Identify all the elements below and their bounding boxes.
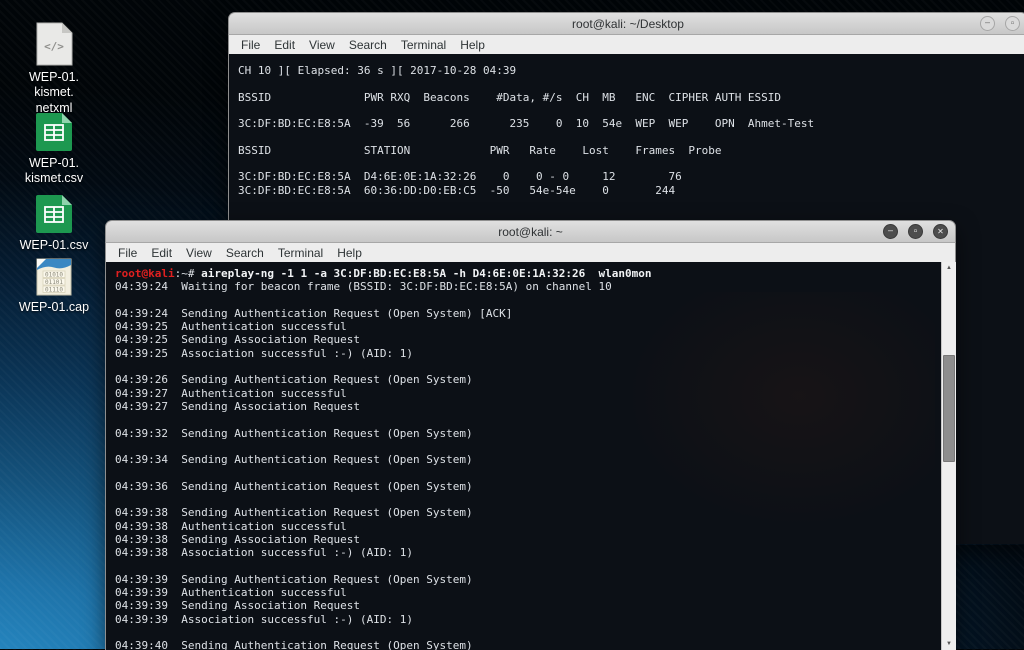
window-title: root@kali: ~ bbox=[498, 225, 563, 239]
icon-label: WEP-01.csv bbox=[20, 238, 89, 253]
terminal-menubar: FileEditViewSearchTerminalHelp bbox=[228, 35, 1024, 54]
scroll-down-icon[interactable]: ▼ bbox=[942, 638, 956, 650]
svg-text:01101: 01101 bbox=[45, 279, 63, 286]
aireplay-terminal-window: root@kali: ~ FileEditViewSearchTerminalH… bbox=[105, 220, 956, 650]
menu-view[interactable]: View bbox=[179, 246, 219, 260]
aireplay-output-text: root@kali:~# aireplay-ng -1 1 -a 3C:DF:B… bbox=[106, 262, 955, 650]
scroll-up-icon[interactable]: ▲ bbox=[942, 262, 956, 274]
minimize-button-icon[interactable] bbox=[980, 16, 995, 31]
svg-text:01010: 01010 bbox=[45, 271, 63, 278]
icon-label: WEP-01.cap bbox=[19, 300, 89, 315]
desktop-icon-wep01-kismet-netxml[interactable]: </> WEP-01. kismet. netxml bbox=[6, 22, 102, 116]
terminal-menubar: FileEditViewSearchTerminalHelp bbox=[105, 243, 956, 262]
terminal-content[interactable]: root@kali:~# aireplay-ng -1 1 -a 3C:DF:B… bbox=[105, 262, 956, 650]
menu-terminal[interactable]: Terminal bbox=[271, 246, 330, 260]
minimize-button-icon[interactable] bbox=[883, 224, 898, 239]
menu-search[interactable]: Search bbox=[342, 38, 394, 52]
menu-file[interactable]: File bbox=[111, 246, 144, 260]
menu-edit[interactable]: Edit bbox=[144, 246, 179, 260]
desktop-icon-wep01-cap[interactable]: 01010 01101 01110 WEP-01.cap bbox=[6, 258, 102, 315]
shell-prompt-user: root@kali bbox=[115, 267, 175, 280]
desktop-icon-wep01-csv[interactable]: WEP-01.csv bbox=[6, 194, 102, 253]
menu-edit[interactable]: Edit bbox=[267, 38, 302, 52]
spreadsheet-icon bbox=[35, 112, 73, 152]
shell-command: aireplay-ng -1 1 -a 3C:DF:BD:EC:E8:5A -h… bbox=[201, 267, 651, 280]
menu-file[interactable]: File bbox=[234, 38, 267, 52]
menu-terminal[interactable]: Terminal bbox=[394, 38, 453, 52]
menu-help[interactable]: Help bbox=[453, 38, 492, 52]
capture-file-icon: 01010 01101 01110 bbox=[36, 258, 72, 296]
maximize-button-icon[interactable] bbox=[1005, 16, 1020, 31]
spreadsheet-icon bbox=[35, 194, 73, 234]
airodump-output-text: CH 10 ][ Elapsed: 36 s ][ 2017-10-28 04:… bbox=[229, 54, 1024, 197]
window-title: root@kali: ~/Desktop bbox=[572, 17, 684, 31]
menu-help[interactable]: Help bbox=[330, 246, 369, 260]
svg-text:01110: 01110 bbox=[45, 286, 63, 293]
menu-view[interactable]: View bbox=[302, 38, 342, 52]
scrollbar-thumb[interactable] bbox=[943, 355, 955, 462]
icon-label: WEP-01. kismet. netxml bbox=[29, 70, 79, 116]
window-titlebar[interactable]: root@kali: ~/Desktop bbox=[228, 12, 1024, 35]
svg-text:</>: </> bbox=[44, 40, 64, 53]
xml-document-icon: </> bbox=[35, 22, 73, 66]
desktop-icon-wep01-kismet-csv[interactable]: WEP-01. kismet.csv bbox=[6, 112, 102, 187]
shell-output: 04:39:24 Waiting for beacon frame (BSSID… bbox=[115, 280, 612, 650]
terminal-scrollbar[interactable]: ▲ ▼ bbox=[941, 262, 956, 650]
shell-prompt-path: :~# bbox=[175, 267, 202, 280]
maximize-button-icon[interactable] bbox=[908, 224, 923, 239]
icon-label: WEP-01. kismet.csv bbox=[25, 156, 83, 187]
menu-search[interactable]: Search bbox=[219, 246, 271, 260]
close-button-icon[interactable] bbox=[933, 224, 948, 239]
window-titlebar[interactable]: root@kali: ~ bbox=[105, 220, 956, 243]
